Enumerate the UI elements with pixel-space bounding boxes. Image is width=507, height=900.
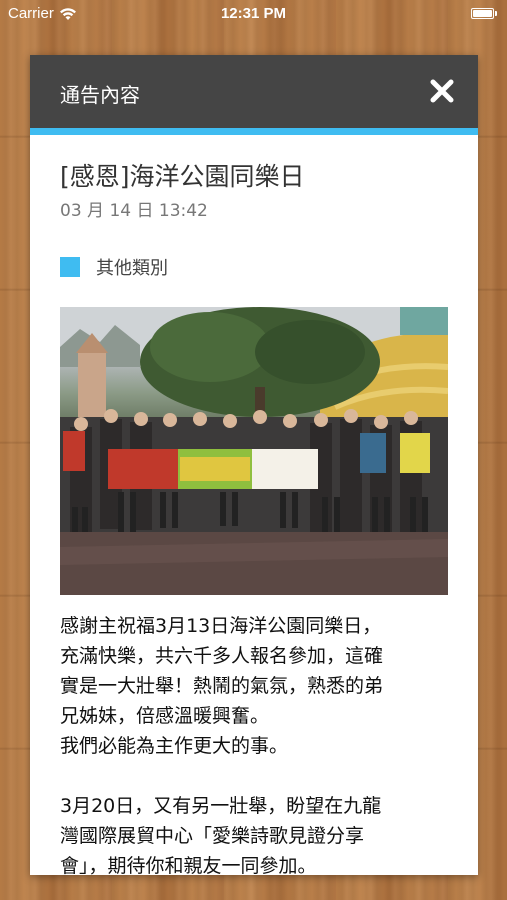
notice-dialog: 通告內容 [感恩]海洋公園同樂日 03 月 14 日 13:42 其他類別 感謝… [30, 55, 478, 875]
accent-bar [30, 128, 478, 135]
notice-content: [感恩]海洋公園同樂日 03 月 14 日 13:42 其他類別 感謝主祝福3月… [60, 135, 448, 875]
status-time: 12:31 PM [220, 5, 287, 22]
battery-fill [473, 10, 492, 17]
close-icon [430, 79, 454, 103]
post-body: 感謝主祝福3月13日海洋公園同樂日， 充滿快樂，共六千多人報名參加，這確 實是一… [60, 615, 384, 875]
category-swatch [60, 257, 80, 277]
battery-icon [471, 8, 499, 20]
category-row: 其他類別 [60, 254, 448, 280]
dialog-title: 通告內容 [60, 83, 140, 107]
close-button[interactable] [426, 75, 458, 107]
dialog-header: 通告內容 [30, 55, 478, 128]
category-label: 其他類別 [96, 258, 168, 279]
status-bar: Carrier 12:31 PM [0, 0, 507, 28]
post-title: [感恩]海洋公園同樂日 [60, 162, 305, 191]
post-photo [60, 307, 448, 595]
post-date: 03 月 14 日 13:42 [60, 201, 208, 221]
